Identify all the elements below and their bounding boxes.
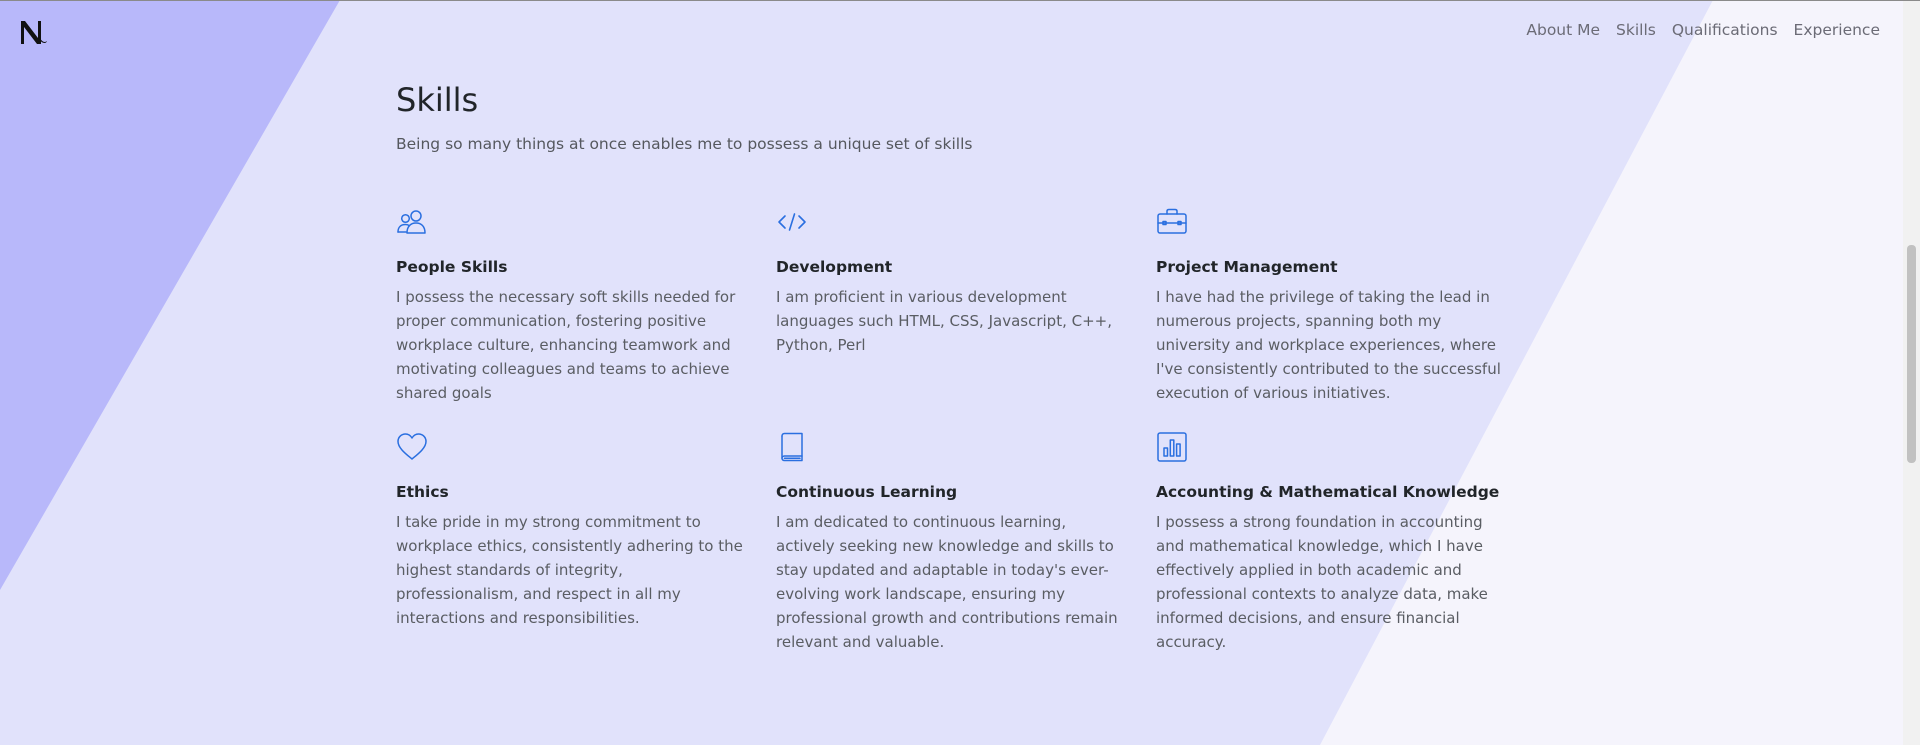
skill-title: Development [776, 258, 893, 276]
nav-skills[interactable]: Skills [1616, 21, 1656, 39]
skill-title: Project Management [1156, 258, 1338, 276]
skills-grid: People Skills I possess the necessary so… [396, 206, 1536, 654]
skill-card-project-management: Project Management I have had the privil… [1156, 206, 1506, 405]
top-border [0, 0, 1920, 1]
people-icon [397, 210, 426, 234]
logo-n-icon[interactable] [16, 16, 48, 48]
nav-about-me[interactable]: About Me [1526, 21, 1600, 39]
section-title: Skills [396, 81, 479, 119]
top-nav: About Me Skills Qualifications Experienc… [1526, 21, 1880, 39]
bar-chart-icon [1157, 432, 1187, 462]
briefcase-icon [1157, 208, 1187, 234]
code-icon [778, 213, 806, 231]
nav-experience[interactable]: Experience [1794, 21, 1880, 39]
skill-title: People Skills [396, 258, 508, 276]
page: About Me Skills Qualifications Experienc… [0, 0, 1920, 745]
skill-description: I am proficient in various development l… [776, 288, 1112, 354]
skill-description: I take pride in my strong commitment to … [396, 513, 743, 627]
book-icon [781, 432, 803, 462]
skill-description: I am dedicated to continuous learning, a… [776, 513, 1118, 651]
skill-title: Continuous Learning [776, 483, 958, 501]
skill-card-continuous-learning: Continuous Learning I am dedicated to co… [776, 431, 1126, 654]
skills-section: Skills Being so many things at once enab… [396, 80, 1536, 654]
section-subtitle: Being so many things at once enables me … [396, 135, 973, 153]
skill-title: Accounting & Mathematical Knowledge [1156, 483, 1500, 501]
vertical-scrollbar[interactable] [1903, 0, 1920, 745]
skill-card-accounting: Accounting & Mathematical Knowledge I po… [1156, 431, 1506, 654]
nav-qualifications[interactable]: Qualifications [1672, 21, 1778, 39]
skill-title: Ethics [396, 483, 449, 501]
skill-description: I have had the privilege of taking the l… [1156, 288, 1501, 402]
skill-card-development: Development I am proficient in various d… [776, 206, 1126, 405]
scrollbar-thumb[interactable] [1907, 245, 1916, 463]
heart-icon [397, 433, 427, 460]
skill-card-ethics: Ethics I take pride in my strong commitm… [396, 431, 746, 654]
skill-description: I possess the necessary soft skills need… [396, 288, 736, 402]
left-diagonal-stripe [0, 0, 340, 590]
skill-description: I possess a strong foundation in account… [1156, 513, 1488, 651]
skill-card-people-skills: People Skills I possess the necessary so… [396, 206, 746, 405]
